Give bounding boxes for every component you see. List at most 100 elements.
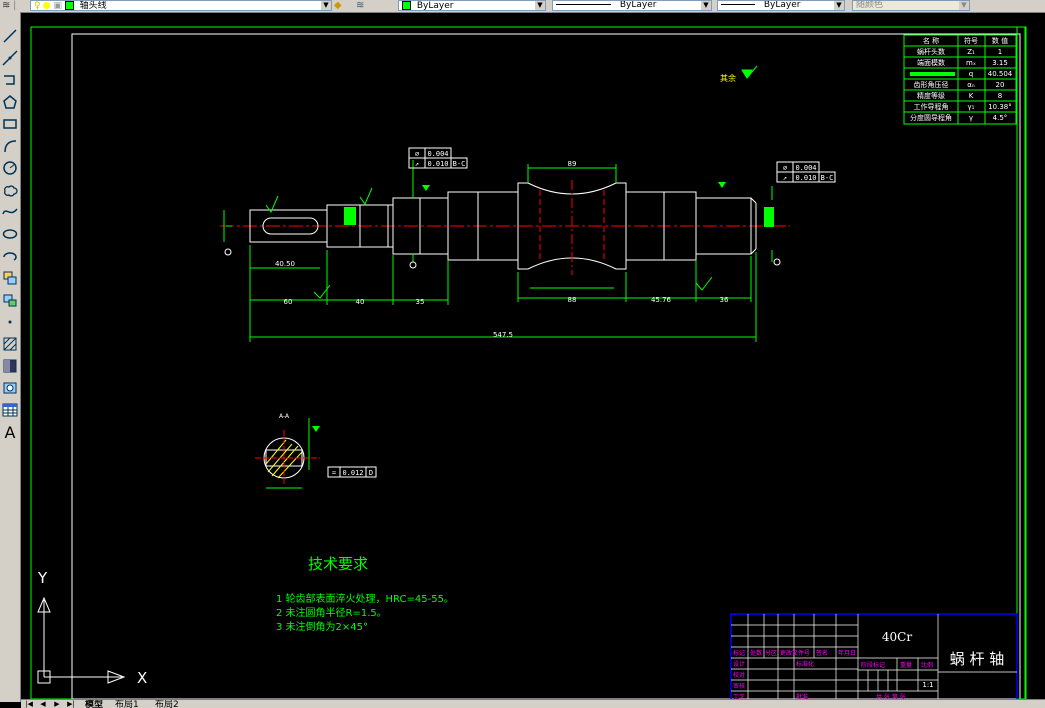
table-cell: 精度等级 bbox=[917, 91, 945, 100]
table-header-name: 名 称 bbox=[923, 36, 939, 45]
table-cell: 分度圆导程角 bbox=[910, 113, 952, 122]
dimension-lines bbox=[223, 160, 773, 342]
polyline-icon[interactable] bbox=[1, 70, 19, 90]
linetype-value: ByLayer bbox=[619, 0, 657, 10]
dimension-45-76: 45.76 bbox=[651, 296, 672, 304]
roughness-symbol bbox=[422, 185, 430, 191]
tb-label: 阶段标记 bbox=[861, 661, 885, 669]
table-cell: 齿形角压径 bbox=[914, 80, 949, 89]
table-cell: 蜗杆头数 bbox=[917, 47, 945, 56]
tolerance-value: 0.012 bbox=[342, 469, 363, 477]
ellipse-icon[interactable] bbox=[1, 224, 19, 244]
color-combo[interactable]: ByLayer ▼ bbox=[398, 0, 546, 11]
parameter-table: 名 称 符号 数 值 蜗杆头数 Z₁ 1 端面模数 mₓ 3.15 q 40.5… bbox=[903, 34, 1017, 125]
tolerance-value: 0.010 bbox=[795, 174, 816, 182]
chevron-down-icon[interactable]: ▼ bbox=[834, 1, 844, 10]
table-header-symbol: 符号 bbox=[964, 36, 978, 45]
table-cell: 4.5° bbox=[993, 114, 1008, 122]
chevron-down-icon: ▼ bbox=[959, 1, 969, 10]
roughness-symbol bbox=[718, 182, 726, 188]
layer-previous-icon[interactable]: ≋ bbox=[356, 0, 364, 11]
hatch-icon[interactable] bbox=[1, 334, 19, 354]
tolerance-symbol: = bbox=[332, 469, 336, 477]
title-block: 40Cr 蜗 杆 轴 1:1 标记 处数 分区 更改文件号 签名 年月日 设计 … bbox=[730, 613, 1018, 701]
dimension-35: 35 bbox=[416, 298, 425, 306]
rectangle-icon[interactable] bbox=[1, 114, 19, 134]
draw-toolbar: A bbox=[0, 12, 21, 702]
linetype-preview bbox=[556, 4, 611, 5]
tolerance-datum: D bbox=[369, 469, 373, 477]
gradient-icon[interactable] bbox=[1, 356, 19, 376]
tolerance-value: 0.004 bbox=[795, 164, 816, 172]
tb-label: 分区 bbox=[765, 649, 777, 657]
lineweight-combo[interactable]: ByLayer ▼ bbox=[717, 0, 845, 11]
table-cell: 工作导程角 bbox=[914, 102, 949, 111]
make-block-icon[interactable] bbox=[1, 290, 19, 310]
point-icon[interactable] bbox=[1, 312, 19, 332]
outer-border bbox=[30, 26, 1026, 700]
roughness-other-symbol: 其余 bbox=[720, 65, 758, 83]
table-header-value: 数 值 bbox=[992, 36, 1008, 45]
drawing-frame bbox=[71, 33, 1021, 700]
toolbar-separator: | bbox=[13, 0, 17, 11]
lineweight-preview bbox=[721, 4, 755, 5]
insert-block-icon[interactable] bbox=[1, 268, 19, 288]
tolerance-frame-left: ⌀ 0.004 ↗ 0.010 B-C bbox=[408, 147, 468, 191]
region-icon[interactable] bbox=[1, 378, 19, 398]
table-cell: 10.38° bbox=[988, 103, 1012, 111]
circle-icon[interactable] bbox=[1, 158, 19, 178]
tb-label: 比例 bbox=[921, 661, 933, 669]
table-cell: 3.15 bbox=[992, 59, 1008, 67]
layer-combo[interactable]: ♀ ▣ 轴头线 ▼ bbox=[30, 0, 332, 11]
layer-color-swatch bbox=[64, 1, 74, 10]
tb-label: 设计 bbox=[733, 660, 745, 668]
ellipse-arc-icon[interactable] bbox=[1, 246, 19, 266]
roughness-other-label: 其余 bbox=[720, 73, 736, 83]
dimension-40: 40 bbox=[356, 298, 365, 306]
tolerance-symbol: ↗ bbox=[415, 160, 419, 168]
layer-name: 轴头线 bbox=[79, 1, 107, 11]
ucs-icon: Y X bbox=[37, 569, 147, 687]
make-current-layer-icon[interactable]: ◆ bbox=[334, 0, 342, 11]
linetype-combo[interactable]: ByLayer ▼ bbox=[552, 0, 712, 11]
tb-label: 校对 bbox=[733, 671, 745, 679]
construction-line-icon[interactable] bbox=[1, 48, 19, 68]
tolerance-value: 0.004 bbox=[427, 150, 448, 158]
sun-icon bbox=[43, 2, 51, 9]
revision-cloud-icon[interactable] bbox=[1, 180, 19, 200]
spline-icon[interactable] bbox=[1, 202, 19, 222]
tb-label: 重量 bbox=[900, 661, 912, 669]
tolerance-value: 0.010 bbox=[427, 160, 448, 168]
table-cell: 40.504 bbox=[988, 70, 1013, 78]
table-fill-bar bbox=[910, 72, 955, 76]
color-swatch bbox=[402, 1, 411, 10]
chevron-down-icon[interactable]: ▼ bbox=[701, 1, 711, 10]
layer-manager-icon[interactable]: ≋ bbox=[2, 0, 10, 11]
tolerance-frame-right: ⌀ 0.004 ↗ 0.010 B-C bbox=[718, 161, 836, 188]
table-icon[interactable] bbox=[1, 400, 19, 420]
chevron-down-icon[interactable]: ▼ bbox=[535, 1, 545, 10]
dimension-36: 36 bbox=[720, 296, 729, 304]
color-value: ByLayer bbox=[416, 1, 454, 11]
scale-value: 1:1 bbox=[922, 681, 933, 689]
tb-label: 标准化 bbox=[796, 660, 814, 668]
ucs-y-label: Y bbox=[37, 569, 48, 587]
table-cell: mₓ bbox=[966, 59, 976, 67]
table-cell: q bbox=[969, 70, 973, 78]
tech-note: 3 未注倒角为2×45° bbox=[276, 620, 368, 633]
table-cell: 20 bbox=[996, 81, 1005, 89]
lightbulb-icon: ♀ bbox=[34, 1, 41, 11]
table-cell: 端面模数 bbox=[917, 58, 945, 67]
line-icon[interactable] bbox=[1, 26, 19, 46]
chevron-down-icon[interactable]: ▼ bbox=[321, 1, 331, 10]
tolerance-symbol: ⌀ bbox=[415, 150, 419, 158]
tb-label: 更改文件号 bbox=[780, 649, 810, 657]
tb-label: 审核 bbox=[733, 682, 745, 690]
keyway-mark bbox=[344, 207, 356, 225]
drawing-canvas[interactable]: 名 称 符号 数 值 蜗杆头数 Z₁ 1 端面模数 mₓ 3.15 q 40.5… bbox=[21, 12, 1045, 702]
multiline-text-icon[interactable]: A bbox=[1, 422, 19, 442]
polygon-icon[interactable] bbox=[1, 92, 19, 112]
section-view-a-a: A-A = 0.012 D bbox=[255, 413, 377, 489]
tb-label: 年月日 bbox=[838, 649, 856, 657]
arc-icon[interactable] bbox=[1, 136, 19, 156]
